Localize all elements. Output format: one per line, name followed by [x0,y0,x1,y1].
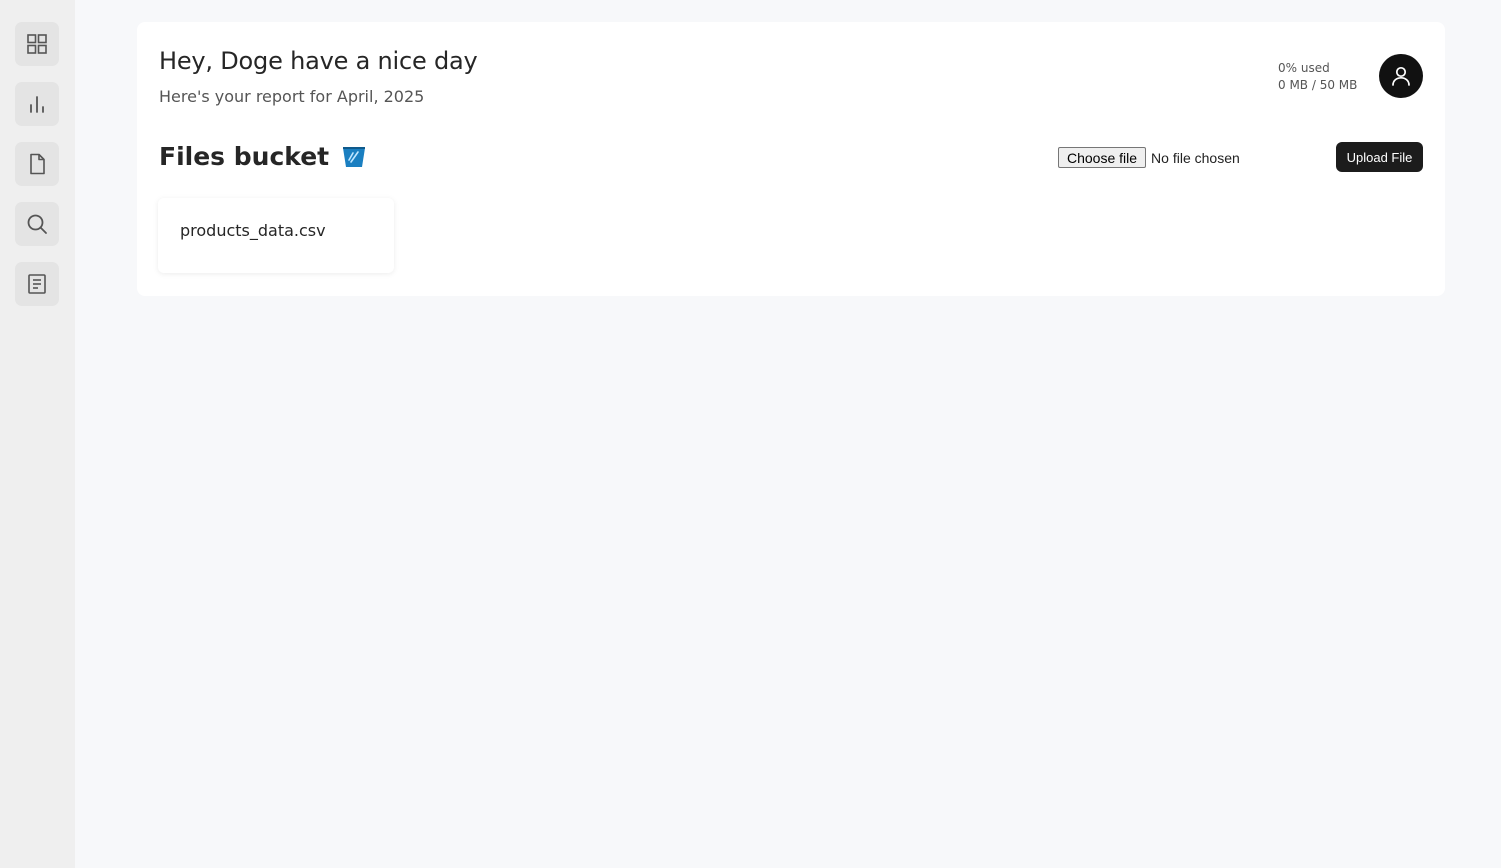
sidebar-item-notes[interactable] [15,262,59,306]
storage-usage: 0% used 0 MB / 50 MB [1278,60,1357,94]
search-icon [27,214,47,234]
sidebar-item-files[interactable] [15,142,59,186]
avatar[interactable] [1379,54,1423,98]
sidebar-item-analytics[interactable] [15,82,59,126]
sidebar-item-search[interactable] [15,202,59,246]
sidebar [0,0,75,868]
files-title: Files bucket [159,142,330,171]
usage-percent: 0% used [1278,61,1330,75]
user-icon [1392,66,1410,86]
page-subtitle: Here's your report for April, 2025 [159,87,425,106]
upload-file-button[interactable]: Upload File [1336,142,1423,172]
bar-chart-icon [30,96,44,113]
page-title: Hey, Doge have a nice day [159,47,478,75]
file-input[interactable]: Choose file No file chosen [1058,147,1240,168]
main-card: Hey, Doge have a nice day Here's your re… [137,22,1445,296]
grid-icon [27,34,47,54]
choose-file-button[interactable]: Choose file [1058,147,1147,168]
usage-amount: 0 MB / 50 MB [1278,78,1358,92]
file-status: No file chosen [1151,149,1240,166]
files-section-title: Files bucket [159,142,367,171]
sidebar-item-dashboard[interactable] [15,22,59,66]
bucket-icon [343,146,366,167]
notes-icon [28,274,46,294]
file-card[interactable]: products_data.csv [158,198,394,273]
document-icon [30,153,45,175]
file-name: products_data.csv [180,221,326,240]
